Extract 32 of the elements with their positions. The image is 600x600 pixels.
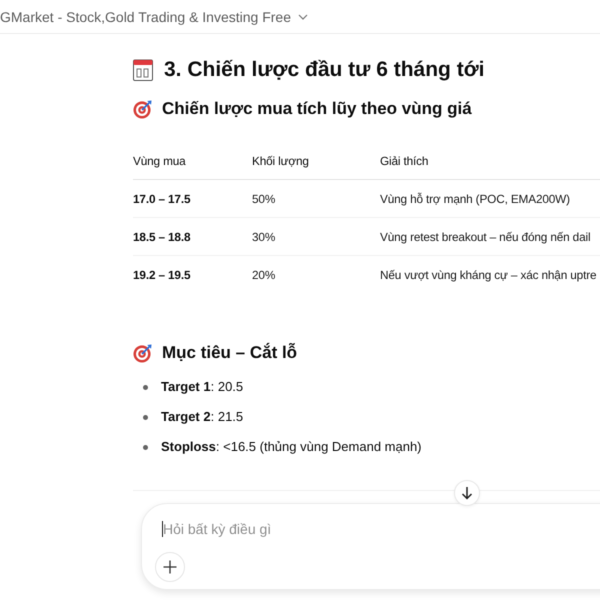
table-cell: Vùng hỗ trợ mạnh (POC, EMA200W): [380, 190, 570, 206]
chevron-down-icon: [298, 14, 308, 20]
arrow-down-icon: [461, 486, 473, 500]
section-heading: 3. Chiến lược đầu tư 6 tháng tới: [164, 57, 484, 83]
subsection-heading: Mục tiêu – Cắt lỗ: [162, 342, 298, 364]
target-icon: [133, 344, 152, 362]
list-item-text: Target 2: 21.5: [161, 408, 244, 426]
bullet-icon: [143, 384, 148, 390]
table-cell: Vùng retest breakout – nếu đóng nến dail: [380, 228, 590, 244]
bullet-icon: [143, 444, 148, 450]
list-item-text: Target 1: 20.5: [161, 378, 244, 396]
table-cell: 19.2 – 19.5: [133, 266, 190, 282]
target-icon: [133, 100, 152, 118]
plus-icon: [163, 560, 177, 574]
column-header: Khối lượng: [252, 152, 309, 168]
add-button[interactable]: [155, 552, 185, 582]
calendar-icon: [133, 59, 153, 81]
scroll-down-button[interactable]: [454, 480, 480, 506]
column-header: Vùng mua: [133, 152, 186, 168]
column-header: Giải thích: [380, 152, 428, 168]
model-menu-button[interactable]: GMarket - Stock,Gold Trading & Investing Free: [0, 6, 308, 28]
list-item-text: Stoploss: <16.5 (thủng vùng Demand mạnh): [161, 438, 422, 456]
table-cell: Nếu vượt vùng kháng cự – xác nhận uptre: [380, 266, 596, 282]
table-cell: 50%: [252, 190, 276, 206]
text-cursor: [162, 521, 163, 537]
table-cell: 30%: [252, 228, 276, 244]
message-input[interactable]: Hỏi bất kỳ điều gì: [163, 519, 363, 539]
bullet-icon: [143, 414, 148, 420]
table-cell: 20%: [252, 266, 276, 282]
subsection-heading: Chiến lược mua tích lũy theo vùng giá: [162, 98, 472, 120]
table-cell: 18.5 – 18.8: [133, 228, 190, 244]
table-cell: 17.0 – 17.5: [133, 190, 190, 206]
